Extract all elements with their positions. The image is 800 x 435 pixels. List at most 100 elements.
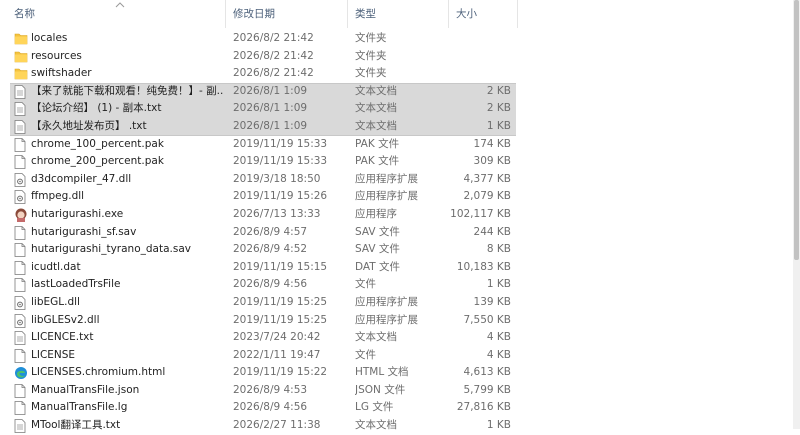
file-size: 244 KB	[473, 225, 511, 238]
file-size: 7,550 KB	[463, 313, 512, 326]
edge-html-icon	[14, 364, 28, 382]
file-type: 文件	[355, 278, 376, 291]
file-date: 2019/11/19 15:25	[233, 313, 328, 326]
file-type: 文本文档	[355, 331, 397, 344]
file-row[interactable]: LICENSE 2022/1/11 19:47 文件 4 KB	[0, 347, 800, 365]
file-date: 2026/8/1 1:09	[233, 84, 308, 97]
file-date: 2026/8/1 1:09	[233, 119, 308, 132]
column-header-name[interactable]: 名称	[0, 0, 226, 28]
file-date: 2026/8/9 4:52	[233, 243, 308, 256]
file-row[interactable]: locales 2026/8/2 21:42 文件夹	[0, 30, 800, 48]
file-row[interactable]: libEGL.dll 2019/11/19 15:25 应用程序扩展 139 KB	[0, 294, 800, 312]
file-date: 2026/7/13 13:33	[233, 207, 321, 220]
file-type: 文件	[355, 348, 376, 361]
file-row[interactable]: libGLESv2.dll 2019/11/19 15:25 应用程序扩展 7,550…	[0, 312, 800, 330]
dll-file-icon	[14, 188, 28, 206]
file-row[interactable]: icudtl.dat 2019/11/19 15:15 DAT 文件 10,183 K…	[0, 259, 800, 277]
vertical-scrollbar[interactable]	[793, 0, 800, 429]
text-file-icon	[14, 417, 28, 435]
file-icon	[14, 382, 28, 400]
file-row[interactable]: swiftshader 2026/8/2 21:42 文件夹	[0, 65, 800, 83]
file-size: 27,816 KB	[456, 401, 511, 414]
file-type: JSON 文件	[355, 383, 406, 396]
file-row[interactable]: 【永久地址发布页】 .txt 2026/8/1 1:09 文本文档 1 KB	[0, 117, 800, 136]
file-name: LICENCE.txt	[31, 331, 94, 344]
file-row[interactable]: hutarigurashi.exe 2026/7/13 13:33 应用程序 102,…	[0, 206, 800, 224]
folder-icon	[14, 30, 28, 48]
dll-file-icon	[14, 171, 28, 189]
file-icon	[14, 347, 28, 365]
file-date: 2026/8/9 4:53	[233, 383, 308, 396]
file-date: 2026/8/9 4:57	[233, 225, 308, 238]
file-size: 8 KB	[486, 243, 511, 256]
file-size	[449, 48, 511, 66]
file-size: 4 KB	[486, 331, 511, 344]
file-name: 【永久地址发布页】 .txt	[31, 119, 147, 132]
folder-icon	[14, 65, 28, 83]
file-date: 2019/11/19 15:25	[233, 295, 328, 308]
file-row[interactable]: ManualTransFile.json 2026/8/9 4:53 JSON 文件…	[0, 382, 800, 400]
file-row[interactable]: hutarigurashi_tyrano_data.sav 2026/8/9 4:…	[0, 241, 800, 259]
dll-file-icon	[14, 294, 28, 312]
file-date: 2026/8/9 4:56	[233, 278, 308, 291]
file-size: 2 KB	[486, 102, 511, 115]
file-name: libGLESv2.dll	[31, 313, 100, 326]
file-row[interactable]: MTool翻译工具.txt 2026/2/27 11:38 文本文档 1 KB	[0, 417, 800, 435]
column-header-name-label: 名称	[14, 8, 35, 20]
file-name: hutarigurashi_tyrano_data.sav	[31, 243, 191, 256]
column-header-size[interactable]: 大小	[449, 0, 518, 28]
column-header-date[interactable]: 修改日期	[226, 0, 348, 28]
dll-file-icon	[14, 312, 28, 330]
file-name: chrome_200_percent.pak	[31, 155, 164, 168]
file-name: ffmpeg.dll	[31, 190, 85, 203]
file-type: 应用程序扩展	[355, 313, 418, 326]
file-size: 10,183 KB	[456, 260, 511, 273]
file-date: 2019/11/19 15:15	[233, 260, 328, 273]
file-row[interactable]: 【论坛介绍】 (1) - 副本.txt 2026/8/1 1:09 文本文档 2 KB	[0, 100, 800, 118]
file-size: 2 KB	[486, 84, 511, 97]
file-icon	[14, 153, 28, 171]
text-file-icon	[14, 329, 28, 347]
file-row[interactable]: resources 2026/8/2 21:42 文件夹	[0, 48, 800, 66]
file-name: locales	[31, 32, 68, 44]
file-icon	[14, 259, 28, 277]
file-type: 文本文档	[355, 419, 397, 432]
file-name: resources	[31, 49, 82, 62]
file-size: 1 KB	[486, 419, 511, 432]
file-type: 文本文档	[355, 119, 397, 132]
file-row[interactable]: LICENCE.txt 2023/7/24 20:42 文本文档 4 KB	[0, 329, 800, 347]
column-header-type[interactable]: 类型	[348, 0, 449, 28]
file-icon	[14, 241, 28, 259]
file-date: 2019/11/19 15:22	[233, 366, 328, 379]
file-date: 2019/11/19 15:33	[233, 137, 328, 150]
file-type: SAV 文件	[355, 225, 400, 238]
file-row[interactable]: LICENSES.chromium.html 2019/11/19 15:22 HT…	[0, 364, 800, 382]
file-row[interactable]: chrome_200_percent.pak 2019/11/19 15:33 PA…	[0, 153, 800, 171]
file-size: 5,799 KB	[463, 383, 512, 396]
file-row[interactable]: chrome_100_percent.pak 2019/11/19 15:33 PA…	[0, 136, 800, 154]
file-row[interactable]: ManualTransFile.lg 2026/8/9 4:56 LG 文件 27,8…	[0, 399, 800, 417]
sort-up-caret-icon	[115, 2, 125, 8]
text-file-icon	[14, 83, 28, 101]
file-row[interactable]: hutarigurashi_sf.sav 2026/8/9 4:57 SAV 文件 2…	[0, 224, 800, 242]
file-size: 309 KB	[473, 155, 511, 168]
file-row[interactable]: 【来了就能下载和观看！纯免费！】- 副... 2026/8/1 1:09 文本文档 2…	[0, 82, 800, 101]
file-name: libEGL.dll	[31, 295, 80, 308]
file-size: 4 KB	[486, 348, 511, 361]
file-row[interactable]: lastLoadedTrsFile 2026/8/9 4:56 文件 1 KB	[0, 276, 800, 294]
file-date: 2022/1/11 19:47	[233, 348, 321, 361]
column-header-size-label: 大小	[456, 8, 477, 20]
text-file-icon	[14, 118, 28, 136]
file-date: 2019/11/19 15:33	[233, 155, 328, 168]
file-size: 102,117 KB	[450, 207, 511, 220]
file-row[interactable]: d3dcompiler_47.dll 2019/3/18 18:50 应用程序扩展 4…	[0, 171, 800, 189]
file-size	[449, 30, 511, 48]
file-name: hutarigurashi.exe	[31, 207, 124, 220]
file-date: 2019/11/19 15:26	[233, 190, 328, 203]
scrollbar-thumb[interactable]	[794, 0, 799, 260]
column-header-bar: 名称 修改日期 类型 大小	[0, 0, 800, 28]
column-header-date-label: 修改日期	[233, 8, 275, 20]
file-name: 【论坛介绍】 (1) - 副本.txt	[31, 102, 162, 115]
file-type: LG 文件	[355, 401, 394, 414]
file-row[interactable]: ffmpeg.dll 2019/11/19 15:26 应用程序扩展 2,079 KB	[0, 188, 800, 206]
